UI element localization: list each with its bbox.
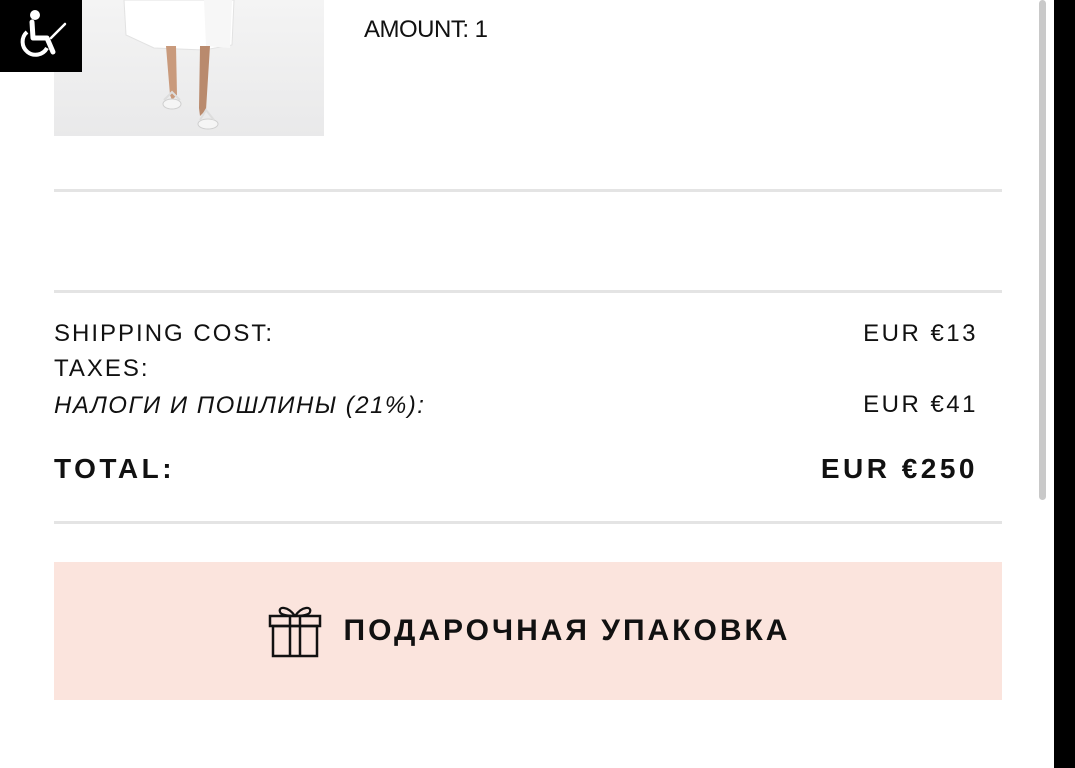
total-label: TOTAL:: [54, 453, 176, 484]
scrollbar-thumb[interactable]: [1039, 0, 1046, 500]
shipping-label: SHIPPING COST:: [54, 320, 275, 347]
divider-middle: [54, 290, 1002, 293]
total-value: EUR €250: [820, 453, 978, 484]
accessibility-icon: [15, 8, 67, 65]
accessibility-button[interactable]: [0, 0, 82, 72]
gift-wrap-label: ПОДАРОЧНАЯ УПАКОВКА: [343, 614, 791, 647]
duties-value: EUR €41: [863, 391, 978, 418]
divider-bottom: [54, 521, 1002, 524]
duties-label: НАЛОГИ И ПОШЛИНЫ (21%):: [54, 392, 426, 419]
scrollbar-track[interactable]: [1054, 0, 1075, 768]
cart-panel: AMOUNT: 1 SHIPPING COST: EUR €13 TAXES: …: [0, 0, 1054, 768]
divider-top: [54, 189, 1002, 192]
gift-icon: [266, 600, 324, 663]
shipping-value: EUR €13: [863, 320, 978, 347]
product-image[interactable]: [54, 0, 324, 136]
gift-wrap-button[interactable]: ПОДАРОЧНАЯ УПАКОВКА: [54, 562, 1002, 700]
taxes-label: TAXES:: [54, 355, 150, 382]
product-amount: AMOUNT: 1: [364, 16, 488, 43]
